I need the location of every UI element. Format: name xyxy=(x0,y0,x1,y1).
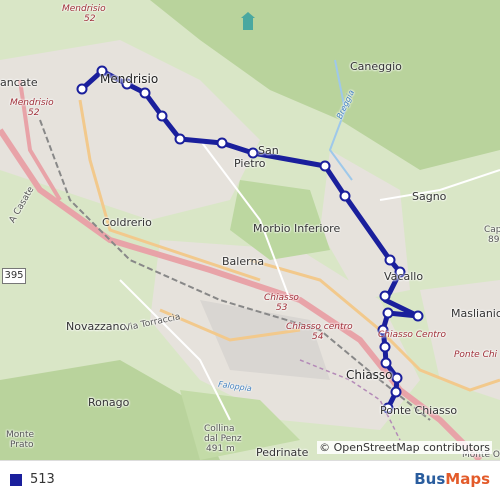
label-cap: Capc xyxy=(484,225,500,235)
label-rancate: ancate xyxy=(0,76,38,89)
label-chiasso-centro-road: Chiasso Centro xyxy=(378,330,447,340)
bus-stop[interactable] xyxy=(216,137,228,149)
label-coldrerio: Coldrerio xyxy=(102,216,152,229)
label-chiasso: Chiasso xyxy=(346,368,393,382)
label-mendrisio: Mendrisio xyxy=(100,72,159,86)
busmaps-logo[interactable]: BusMaps xyxy=(414,470,490,488)
bus-stop[interactable] xyxy=(384,254,396,266)
bus-stop[interactable] xyxy=(412,310,424,322)
label-collina-3: 491 m xyxy=(206,444,235,454)
bus-stop[interactable] xyxy=(382,307,394,319)
label-monte: Monte xyxy=(6,430,35,440)
label-novazzano: Novazzano xyxy=(66,320,127,333)
label-san: San xyxy=(258,144,279,157)
label-mendrisio-left-num: 52 xyxy=(28,108,40,118)
bus-stop[interactable] xyxy=(390,386,402,398)
bus-stop[interactable] xyxy=(391,372,403,384)
route-label: 513 xyxy=(30,472,55,487)
label-sagno: Sagno xyxy=(412,190,447,203)
label-ponte-chiasso: Ponte Chiasso xyxy=(380,404,458,417)
label-ponte-chiasso-right: Ponte Chi xyxy=(454,350,498,360)
road-shield-395: 395 xyxy=(2,268,26,284)
label-mendrisio-left: Mendrisio xyxy=(10,98,54,108)
label-morbio: Morbio Inferiore xyxy=(253,222,341,235)
bus-stop[interactable] xyxy=(380,357,392,369)
label-vacallo: Vacallo xyxy=(384,270,424,283)
bus-stop[interactable] xyxy=(139,87,151,99)
bus-stop[interactable] xyxy=(174,133,186,145)
map-canvas[interactable]: Mendrisio 52 Mendrisio 52 Mendrisio anca… xyxy=(0,0,500,460)
brand-part-maps: Maps xyxy=(445,470,490,488)
map-attribution[interactable]: © OpenStreetMap contributors xyxy=(317,441,492,454)
label-cap-num: 89 xyxy=(488,235,500,245)
bus-stop[interactable] xyxy=(379,341,391,353)
bus-stop[interactable] xyxy=(319,160,331,172)
label-prato: Prato xyxy=(10,440,34,450)
label-chiasso-road-num: 53 xyxy=(276,303,288,313)
bus-stop[interactable] xyxy=(379,290,391,302)
label-mendrisio-top-num: 52 xyxy=(84,14,96,24)
label-collina-2: dal Penz xyxy=(204,434,242,444)
label-chiasso-road: Chiasso xyxy=(264,293,299,303)
label-pedrinate: Pedrinate xyxy=(256,446,309,459)
label-caneggio: Caneggio xyxy=(350,60,402,73)
label-balerna: Balerna xyxy=(222,255,265,268)
label-mendrisio-top: Mendrisio xyxy=(62,4,106,14)
bus-stop[interactable] xyxy=(339,190,351,202)
label-ronago: Ronago xyxy=(88,396,130,409)
bus-stop[interactable] xyxy=(156,110,168,122)
bus-stop[interactable] xyxy=(76,83,88,95)
label-san-pietro: Pietro xyxy=(234,157,266,170)
route-color-swatch xyxy=(10,474,22,486)
label-collina: Collina xyxy=(204,424,235,434)
brand-part-bus: Bus xyxy=(414,470,446,488)
urban-area-maslianico xyxy=(420,280,500,400)
urban-area-mendrisio xyxy=(0,40,260,220)
label-chiasso-centro: Chiasso centro xyxy=(286,322,353,332)
label-chiasso-centro-num: 54 xyxy=(312,332,324,342)
label-maslianico: Maslianico xyxy=(451,307,500,320)
